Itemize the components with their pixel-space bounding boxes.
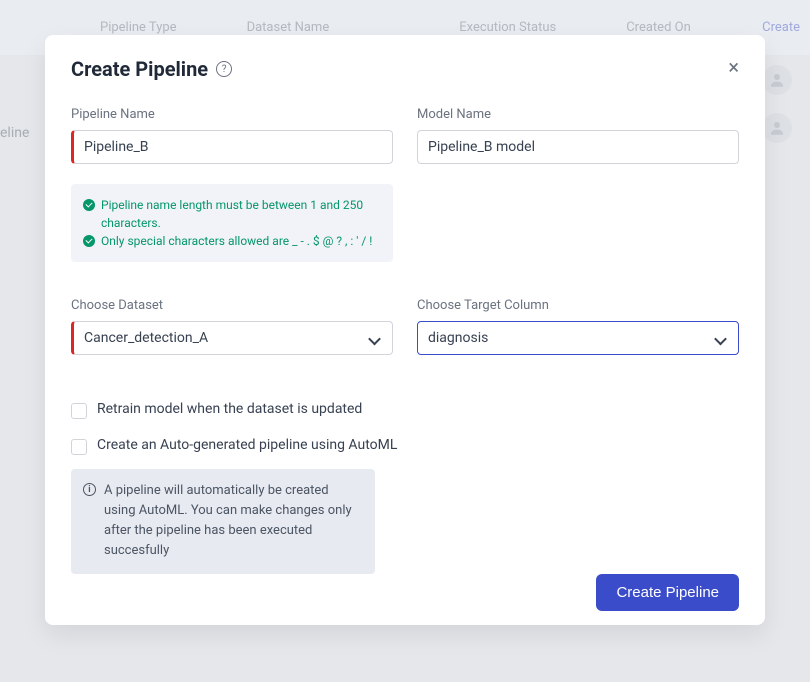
model-name-value: Pipeline_B model [428,139,535,155]
validation-msg: Only special characters allowed are _ - … [101,232,372,250]
modal-header: Create Pipeline ? × [71,57,739,81]
close-icon[interactable]: × [728,57,739,77]
create-pipeline-button[interactable]: Create Pipeline [596,574,739,611]
modal-footer: Create Pipeline [71,574,739,611]
retrain-checkbox[interactable] [71,403,87,419]
validation-item: Only special characters allowed are _ - … [83,232,381,250]
info-icon: i [83,483,96,496]
model-name-field: Model Name Pipeline_B model [417,107,739,164]
info-text: A pipeline will automatically be created… [104,481,363,562]
chevron-down-icon [716,335,726,345]
retrain-checkbox-row: Retrain model when the dataset is update… [71,401,739,419]
automl-checkbox-row: Create an Auto-generated pipeline using … [71,437,739,455]
dataset-value: Cancer_detection_A [84,330,208,346]
checkboxes-area: Retrain model when the dataset is update… [71,383,739,574]
spacer [417,180,739,262]
chevron-down-icon [370,335,380,345]
form-grid: Pipeline Name Pipeline_B Model Name Pipe… [71,107,739,355]
target-column-label: Choose Target Column [417,298,739,313]
retrain-label: Retrain model when the dataset is update… [97,401,362,417]
dataset-select[interactable]: Cancer_detection_A [71,321,393,355]
automl-info-box: i A pipeline will automatically be creat… [71,469,375,574]
model-name-input[interactable]: Pipeline_B model [417,130,739,164]
target-column-select[interactable]: diagnosis [417,321,739,355]
dataset-label: Choose Dataset [71,298,393,313]
help-icon[interactable]: ? [216,61,232,77]
model-name-label: Model Name [417,107,739,122]
modal-title-wrap: Create Pipeline ? [71,57,232,81]
automl-label: Create an Auto-generated pipeline using … [97,437,397,453]
pipeline-name-value: Pipeline_B [84,139,149,155]
automl-checkbox[interactable] [71,439,87,455]
validation-box: Pipeline name length must be between 1 a… [71,184,393,262]
pipeline-name-input[interactable]: Pipeline_B [71,130,393,164]
check-icon [83,199,95,211]
validation-item: Pipeline name length must be between 1 a… [83,196,381,232]
pipeline-name-label: Pipeline Name [71,107,393,122]
dataset-field: Choose Dataset Cancer_detection_A [71,298,393,355]
validation-msg: Pipeline name length must be between 1 a… [101,196,381,232]
modal-title: Create Pipeline [71,57,208,81]
target-column-value: diagnosis [428,330,488,346]
target-column-field: Choose Target Column diagnosis [417,298,739,355]
create-pipeline-modal: Create Pipeline ? × Pipeline Name Pipeli… [45,35,765,625]
pipeline-name-field: Pipeline Name Pipeline_B [71,107,393,164]
check-icon [83,235,95,247]
